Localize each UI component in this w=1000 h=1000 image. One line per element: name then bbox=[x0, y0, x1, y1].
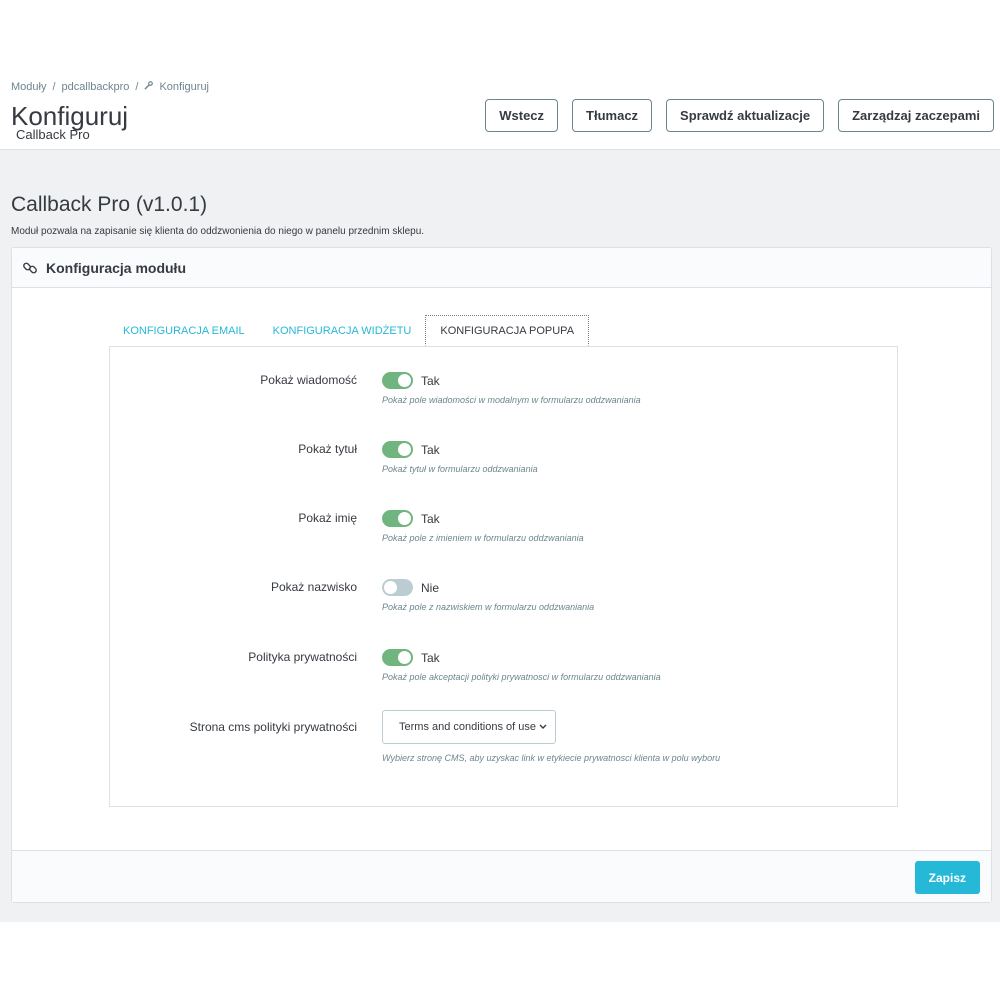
tab-email-config[interactable]: KONFIGURACJA EMAIL bbox=[109, 315, 259, 346]
toggle-knob bbox=[398, 651, 411, 664]
field-control: Nie Pokaż pole z nazwiskiem w formularzu… bbox=[382, 579, 594, 612]
toggle-knob bbox=[384, 581, 397, 594]
toggle-state-text: Tak bbox=[421, 442, 440, 457]
breadcrumb-separator: / bbox=[135, 81, 139, 93]
field-label: Pokaż tytuł bbox=[298, 442, 357, 456]
toggle-knob bbox=[398, 374, 411, 387]
page-header: Moduły / pdcallbackpro / Konfiguruj Konf… bbox=[0, 0, 1000, 150]
field-control: Tak Pokaż pole akceptacji polityki prywa… bbox=[382, 649, 661, 682]
module-description: Moduł pozwala na zapisanie się klienta d… bbox=[11, 226, 425, 237]
tab-content: Pokaż wiadomość Tak Pokaż pole wiadomośc… bbox=[109, 346, 898, 807]
tab-bar: KONFIGURACJA EMAIL KONFIGURACJA WIDŻETU … bbox=[109, 315, 590, 346]
toggle-knob bbox=[398, 512, 411, 525]
breadcrumb: Moduły / pdcallbackpro / Konfiguruj bbox=[11, 81, 209, 93]
field-label: Pokaż wiadomość bbox=[260, 373, 357, 387]
field-help: Pokaż pole z imieniem w formularzu oddzw… bbox=[382, 533, 584, 543]
switch-wrap: Tak bbox=[382, 649, 661, 666]
field-help: Wybierz stronę CMS, aby uzyskac link w e… bbox=[382, 753, 721, 763]
field-help: Pokaż pole z nazwiskiem w formularzu odd… bbox=[382, 602, 595, 612]
switch-wrap: Tak bbox=[382, 441, 538, 458]
field-control: Tak Pokaż pole wiadomości w modalnym w f… bbox=[382, 372, 641, 405]
field-control: Tak Pokaż tytuł w formularzu oddzwaniani… bbox=[382, 441, 538, 474]
field-label: Pokaż nazwisko bbox=[270, 580, 357, 594]
switch-wrap: Nie bbox=[382, 579, 594, 596]
save-button[interactable]: Zapisz bbox=[914, 861, 980, 894]
page-subtitle: Callback Pro bbox=[16, 127, 90, 142]
field-help: Pokaż pole wiadomości w modalnym w formu… bbox=[382, 395, 641, 405]
breadcrumb-item-modules[interactable]: Moduły bbox=[11, 81, 46, 93]
toggle-state-text: Nie bbox=[421, 580, 440, 595]
toggle-state-text: Tak bbox=[421, 373, 440, 388]
tab-popup-config[interactable]: KONFIGURACJA POPUPA bbox=[425, 315, 590, 346]
panel-heading: Konfiguracja modułu bbox=[12, 248, 991, 288]
panel-footer: Zapisz bbox=[12, 850, 991, 902]
panel-title: Konfiguracja modułu bbox=[46, 259, 186, 276]
select-value: Terms and conditions of use bbox=[399, 721, 536, 733]
main-content: Callback Pro (v1.0.1) Moduł pozwala na z… bbox=[0, 150, 1000, 922]
field-help: Pokaż tytuł w formularzu oddzwaniania bbox=[382, 464, 538, 474]
chevron-down-icon bbox=[539, 722, 547, 732]
show-title-toggle[interactable] bbox=[382, 441, 413, 458]
field-help: Pokaż pole akceptacji polityki prywatnos… bbox=[382, 672, 661, 682]
field-label: Polityka prywatności bbox=[248, 650, 357, 664]
show-lastname-toggle[interactable] bbox=[382, 579, 413, 596]
field-label: Strona cms polityki prywatności bbox=[189, 720, 357, 734]
module-title: Callback Pro (v1.0.1) bbox=[11, 193, 208, 216]
privacy-policy-toggle[interactable] bbox=[382, 649, 413, 666]
switch-wrap: Tak bbox=[382, 510, 584, 527]
field-control: Tak Pokaż pole z imieniem w formularzu o… bbox=[382, 510, 584, 543]
translate-button[interactable]: Tłumacz bbox=[572, 99, 653, 132]
config-panel: Konfiguracja modułu KONFIGURACJA EMAIL K… bbox=[11, 247, 992, 903]
switch-wrap: Tak bbox=[382, 372, 641, 389]
breadcrumb-item-current: Konfiguruj bbox=[159, 81, 210, 93]
breadcrumb-item-module[interactable]: pdcallbackpro bbox=[62, 81, 130, 93]
breadcrumb-separator: / bbox=[52, 81, 56, 93]
link-icon bbox=[22, 260, 38, 276]
tab-widget-config[interactable]: KONFIGURACJA WIDŻETU bbox=[259, 315, 426, 346]
wrench-icon bbox=[144, 81, 154, 93]
toggle-knob bbox=[398, 443, 411, 456]
back-button[interactable]: Wstecz bbox=[485, 99, 559, 132]
show-message-toggle[interactable] bbox=[382, 372, 413, 389]
show-firstname-toggle[interactable] bbox=[382, 510, 413, 527]
toggle-state-text: Tak bbox=[421, 511, 440, 526]
toolbar: Wstecz Tłumacz Sprawdź aktualizacje Zarz… bbox=[485, 99, 994, 132]
cms-page-select[interactable]: Terms and conditions of use bbox=[382, 710, 556, 744]
toggle-state-text: Tak bbox=[421, 650, 440, 665]
field-control: Terms and conditions of use Wybierz stro… bbox=[382, 710, 720, 763]
manage-hooks-button[interactable]: Zarządzaj zaczepami bbox=[838, 99, 994, 132]
check-updates-button[interactable]: Sprawdź aktualizacje bbox=[666, 99, 825, 132]
field-label: Pokaż imię bbox=[298, 511, 357, 525]
